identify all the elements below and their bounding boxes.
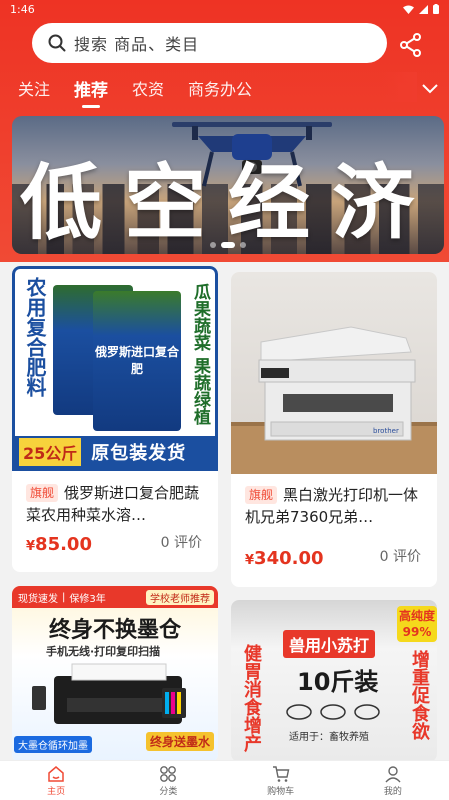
nav-label: 分类: [159, 786, 178, 797]
soda-left-text: 健胃消食增产: [241, 644, 262, 752]
price-value: 85.00: [35, 534, 92, 555]
purity-corner: 高纯度99%: [397, 606, 437, 642]
nav-profile[interactable]: 我的: [337, 761, 449, 800]
product-card[interactable]: brother 旗舰 黑白激光打印机一体机兄弟7360兄弟… ¥340.00 0 …: [231, 272, 437, 587]
nav-label: 主页: [47, 786, 66, 797]
product-image-baking-soda: 高纯度99% 兽用小苏打 10斤装 健胃消食增产 增重促食欲 适用于：畜牧养殖: [231, 600, 437, 762]
laser-printer-illustration: brother: [231, 326, 437, 474]
currency-symbol: ¥: [26, 539, 36, 554]
review-count: 0 评价: [379, 549, 421, 565]
share-button[interactable]: [398, 32, 424, 58]
pagination-dot[interactable]: [240, 242, 246, 248]
pagination-dot-active[interactable]: [221, 242, 235, 248]
price-value: 340.00: [254, 548, 324, 569]
fertilizer-right-label: 瓜果蔬菜 果蔬绿植: [190, 283, 210, 425]
wifi-icon: [403, 5, 414, 14]
cart-icon: [272, 765, 289, 782]
soda-right-text: 增重促食欲: [409, 650, 430, 740]
status-time: 1:46: [10, 2, 35, 16]
home-icon: [48, 765, 64, 782]
profile-icon: [385, 765, 401, 782]
cell-signal-icon: [419, 4, 428, 14]
nav-label: 购物车: [267, 786, 295, 797]
category-icon: [160, 765, 177, 782]
promo-banner[interactable]: 低空经济: [12, 116, 444, 254]
badge-separator: |: [62, 591, 66, 603]
ink-subline: 手机无线·打印复印扫描: [46, 645, 161, 658]
search-input[interactable]: 搜索 商品、类目: [32, 23, 387, 63]
nav-cart[interactable]: 购物车: [225, 761, 337, 800]
share-icon: [400, 33, 421, 57]
printer-brand-logo: brother: [373, 427, 399, 435]
flagship-badge: 旗舰: [245, 486, 278, 504]
product-card[interactable]: 农用复合肥料 俄罗斯进口复合肥 瓜果蔬菜 果蔬绿植 25公斤 原包装发货 旗舰俄…: [12, 266, 218, 572]
product-image-fertilizer: 农用复合肥料 俄罗斯进口复合肥 瓜果蔬菜 果蔬绿植 25公斤 原包装发货: [12, 266, 218, 471]
product-image-printer: brother: [231, 272, 437, 474]
search-icon: [48, 34, 66, 52]
banner-pagination: [12, 242, 444, 248]
tabs-fade: [381, 72, 417, 102]
nav-category[interactable]: 分类: [112, 761, 224, 800]
warranty-badge: 保修3年: [69, 593, 106, 605]
review-count: 0 评价: [160, 535, 202, 551]
nav-home[interactable]: 主页: [0, 761, 112, 800]
soda-headline: 兽用小苏打: [283, 630, 376, 658]
currency-symbol: ¥: [245, 553, 255, 568]
fast-ship-badge: 现货速发: [18, 593, 58, 605]
fertilizer-footer: 25公斤 原包装发货: [15, 436, 215, 468]
bottom-navigation: 主页 分类 购物车 我的: [0, 760, 449, 800]
fertilizer-footer-text: 原包装发货: [91, 443, 187, 464]
pagination-dot[interactable]: [210, 242, 216, 248]
weight-tag: 25公斤: [19, 438, 82, 466]
soda-weight: 10斤装: [297, 668, 379, 696]
tab-recommend[interactable]: 推荐: [74, 76, 108, 101]
tab-business-office[interactable]: 商务办公: [188, 76, 252, 100]
battery-icon: [433, 4, 439, 14]
nav-label: 我的: [383, 786, 402, 797]
search-placeholder: 搜索 商品、类目: [74, 35, 200, 54]
product-price: ¥85.00: [26, 534, 92, 555]
product-card[interactable]: 现货速发 | 保修3年 学校老师推荐 终身不换墨仓 手机无线·打印复印扫描 大墨…: [12, 586, 218, 762]
product-image-ink-printer: 现货速发 | 保修3年 学校老师推荐 终身不换墨仓 手机无线·打印复印扫描 大墨…: [12, 586, 218, 762]
product-title: 旗舰 黑白激光打印机一体机兄弟7360兄弟…: [245, 484, 425, 528]
badge-row: 现货速发 | 保修3年 学校老师推荐: [12, 586, 218, 608]
ink-headline: 终身不换墨仓: [48, 618, 181, 643]
teacher-recommend-badge: 学校老师推荐: [146, 589, 214, 605]
product-card[interactable]: 高纯度99% 兽用小苏打 10斤装 健胃消食增产 增重促食欲 适用于：畜牧养殖: [231, 600, 437, 762]
livestock-icons: [286, 704, 380, 720]
tab-follow[interactable]: 关注: [18, 76, 50, 100]
product-price: ¥340.00: [245, 548, 324, 569]
tabs-expand-button[interactable]: [421, 80, 439, 94]
tab-agri-supplies[interactable]: 农资: [132, 76, 164, 100]
status-bar: 1:46: [0, 0, 449, 18]
fertilizer-left-label: 农用复合肥料: [23, 277, 47, 397]
ink-gift: 终身送墨水: [145, 732, 214, 751]
banner-title: 低空经济: [19, 156, 436, 251]
status-icons: [403, 4, 439, 14]
soda-use-text: 适用于：畜牧养殖: [289, 732, 369, 743]
chevron-down-icon: [422, 84, 438, 94]
product-title: 旗舰 俄罗斯进口复合肥蔬菜农用种菜水溶…: [26, 482, 206, 526]
flagship-badge: 旗舰: [26, 484, 59, 502]
ink-ribbon: 大墨仓循环加墨: [14, 736, 92, 753]
